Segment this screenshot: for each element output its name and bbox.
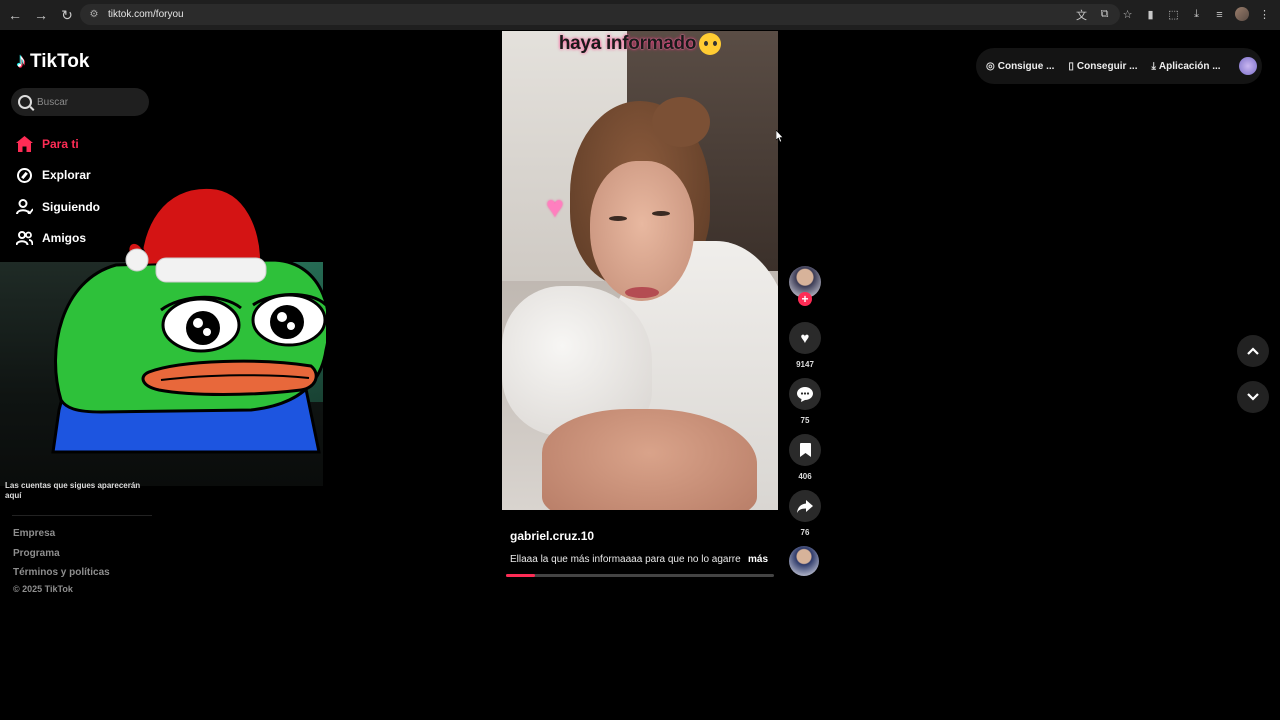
sidebar-item-para-ti[interactable]: Para ti — [15, 128, 100, 160]
video-scene-hand — [542, 409, 757, 510]
reading-list-icon[interactable]: ≡ — [1210, 5, 1229, 24]
phone-icon: ▯ — [1068, 60, 1074, 72]
sidebar-divider — [12, 515, 152, 516]
desktop-app-label: Aplicación ... — [1158, 60, 1221, 72]
share-action[interactable]: 76 — [787, 490, 823, 537]
translate-icon[interactable]: 文 — [1072, 5, 1091, 24]
logo-text: TikTok — [30, 50, 90, 72]
share-icon[interactable] — [789, 490, 821, 522]
search-box[interactable] — [11, 88, 149, 116]
video-player[interactable]: ♥ haya informado — [502, 31, 778, 510]
heart-sticker-icon: ♥ — [546, 191, 564, 224]
search-icon — [18, 95, 32, 109]
bookmark-star-icon[interactable]: ☆ — [1118, 5, 1137, 24]
footer-link-programa[interactable]: Programa — [13, 548, 110, 568]
caption-text: haya informado — [558, 33, 697, 55]
comment-icon[interactable] — [789, 378, 821, 410]
get-app-button[interactable]: ▯ Conseguir ... — [1068, 61, 1137, 72]
download-icon: ⤓ — [1151, 60, 1156, 72]
kebab-menu-icon[interactable]: ⋮ — [1255, 5, 1274, 24]
tiktok-logo[interactable]: ♪ TikTok — [16, 50, 89, 73]
pleading-face-emoji-icon — [699, 33, 722, 55]
more-button[interactable]: más — [748, 554, 768, 565]
sidebar-footer: Empresa Programa Términos y políticas — [13, 528, 110, 587]
sound-avatar[interactable] — [789, 546, 819, 576]
video-scene-eye — [609, 216, 627, 221]
browser-toolbar: ← → ↻ ⚙ tiktok.com/foryou 文 ⧉ ☆ ▮ ⬚ ⤓ ≡ … — [0, 0, 1280, 30]
next-video-button[interactable] — [1237, 381, 1269, 413]
video-info: gabriel.cruz.10 Ellaaa la que más inform… — [502, 510, 778, 580]
footer-link-empresa[interactable]: Empresa — [13, 528, 110, 548]
video-scene-eye — [652, 211, 670, 216]
like-count: 9147 — [796, 360, 814, 369]
save-count: 406 — [798, 472, 812, 481]
pepe-santa-overlay — [51, 186, 326, 454]
tiktok-note-icon: ♪ — [16, 50, 26, 72]
sidebar-item-label: Para ti — [42, 136, 79, 151]
video-caption-overlay: haya informado — [502, 33, 778, 55]
search-input[interactable] — [37, 96, 137, 108]
copyright-text: © 2025 TikTok — [13, 584, 73, 594]
get-app-label: Conseguir ... — [1076, 60, 1138, 72]
coin-icon: ◎ — [986, 60, 995, 72]
site-info-icon[interactable]: ⚙ — [88, 9, 100, 21]
video-progress-fill — [506, 574, 536, 577]
mouse-cursor-icon — [776, 130, 783, 142]
video-description: Ellaaa la que más informaaaa para que no… — [510, 554, 741, 565]
back-icon[interactable]: ← — [4, 4, 26, 26]
profile-avatar[interactable] — [1235, 7, 1249, 21]
video-scene-face — [590, 161, 694, 301]
comment-count: 75 — [800, 416, 810, 425]
address-bar[interactable]: ⚙ tiktok.com/foryou — [80, 4, 1120, 25]
top-right-actions: ◎ Consigue ... ▯ Conseguir ... ⤓ Aplicac… — [976, 48, 1262, 84]
extension-icon[interactable]: ▮ — [1141, 5, 1160, 24]
reload-icon[interactable]: ↻ — [56, 4, 78, 26]
home-icon — [15, 135, 33, 153]
video-progress-bar[interactable] — [506, 574, 774, 577]
puzzle-icon[interactable]: ⬚ — [1164, 5, 1183, 24]
video-scene-bun — [652, 97, 710, 147]
install-app-icon[interactable]: ⧉ — [1095, 5, 1114, 24]
forward-icon[interactable]: → — [30, 4, 52, 26]
get-coins-label: Consigue ... — [997, 60, 1055, 72]
get-coins-button[interactable]: ◎ Consigue ... — [986, 61, 1054, 72]
previous-video-button[interactable] — [1237, 335, 1269, 367]
share-count: 76 — [800, 528, 810, 537]
video-scene-mouth — [625, 287, 659, 298]
video-author[interactable]: gabriel.cruz.10 — [510, 529, 594, 543]
following-empty-note: Las cuentas que sigues aparecerán aquí — [5, 481, 141, 500]
browser-actions: 文 ⧉ ☆ ▮ ⬚ ⤓ ≡ ⋮ — [1072, 5, 1274, 24]
user-avatar[interactable] — [1238, 57, 1257, 75]
comment-action[interactable]: 75 — [787, 378, 823, 425]
chevron-up-icon — [1247, 347, 1259, 355]
heart-icon[interactable]: ♥ — [789, 322, 821, 354]
download-icon[interactable]: ⤓ — [1187, 5, 1206, 24]
desktop-app-button[interactable]: ⤓ Aplicación ... — [1151, 61, 1220, 72]
like-action[interactable]: ♥ 9147 — [787, 322, 823, 369]
bookmark-icon[interactable] — [789, 434, 821, 466]
follow-plus-icon[interactable]: + — [798, 292, 812, 306]
save-action[interactable]: 406 — [787, 434, 823, 481]
chevron-down-icon — [1247, 393, 1259, 401]
url-text: tiktok.com/foryou — [108, 9, 184, 20]
